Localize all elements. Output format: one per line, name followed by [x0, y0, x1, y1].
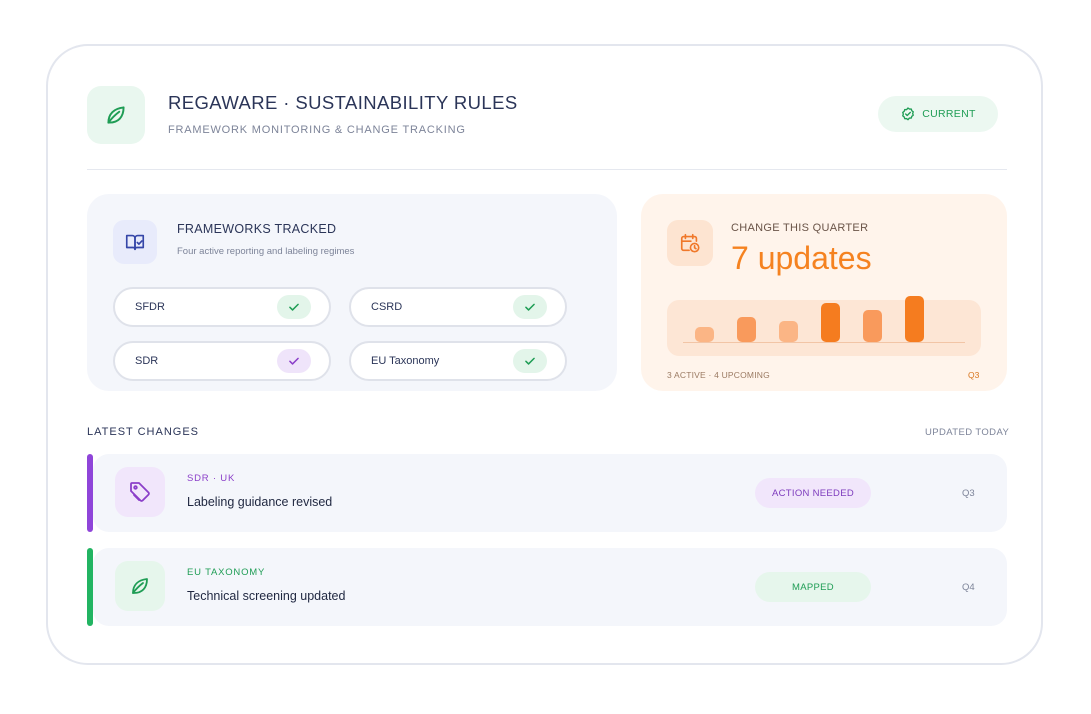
latest-changes-updated: UPDATED TODAY	[925, 427, 1010, 438]
row-quarter: Q4	[962, 582, 975, 593]
sustainability-rules-card: REGAWARE · SUSTAINABILITY RULES FRAMEWOR…	[46, 44, 1043, 665]
action-needed-badge: ACTION NEEDED	[755, 478, 871, 508]
framework-name: SDR	[135, 355, 159, 367]
row-tag: EU TAXONOMY	[187, 567, 266, 578]
frameworks-panel: FRAMEWORKS TRACKED Four active reporting…	[87, 194, 617, 391]
row-quarter: Q3	[962, 488, 975, 499]
change-footer-summary: 3 ACTIVE · 4 UPCOMING	[667, 370, 770, 380]
page-title: REGAWARE · SUSTAINABILITY RULES	[168, 92, 518, 113]
check-circle-icon	[902, 107, 915, 121]
change-footer-quarter: Q3	[968, 370, 980, 380]
row-description: Labeling guidance revised	[187, 495, 333, 509]
update-bar	[737, 317, 756, 342]
mapped-badge: MAPPED	[755, 572, 871, 602]
chart-baseline	[683, 342, 965, 343]
updates-bar-chart	[667, 296, 981, 356]
update-bar	[863, 310, 882, 342]
change-row-eu-taxonomy[interactable]: EU TAXONOMY Technical screening updated …	[87, 548, 1007, 626]
check-icon	[513, 295, 547, 319]
calendar-clock-icon	[667, 220, 713, 266]
check-icon	[277, 349, 311, 373]
check-icon	[277, 295, 311, 319]
framework-item-sdr[interactable]: SDR	[113, 341, 331, 381]
page-subtitle: FRAMEWORK MONITORING & CHANGE TRACKING	[168, 124, 466, 136]
framework-item-sfdr[interactable]: SFDR	[113, 287, 331, 327]
leaf-icon	[87, 86, 145, 144]
change-quarter-panel: CHANGE THIS QUARTER 7 updates 3 ACTIVE ·…	[641, 194, 1007, 391]
update-bar	[695, 327, 714, 342]
header-divider	[87, 169, 1007, 170]
framework-name: CSRD	[371, 301, 403, 313]
change-value: 7 updates	[731, 240, 872, 276]
change-title: CHANGE THIS QUARTER	[731, 222, 869, 234]
framework-name: SFDR	[135, 301, 165, 313]
status-badge: CURRENT	[878, 96, 998, 132]
row-tag: SDR · UK	[187, 473, 236, 484]
status-label: CURRENT	[922, 108, 976, 120]
row-description: Technical screening updated	[187, 589, 346, 603]
latest-changes-title: LATEST CHANGES	[87, 426, 200, 438]
framework-item-eu-taxonomy[interactable]: EU Taxonomy	[349, 341, 567, 381]
check-icon	[513, 349, 547, 373]
frameworks-subtitle: Four active reporting and labeling regim…	[177, 246, 355, 257]
update-bar	[779, 321, 798, 342]
update-bar	[905, 296, 924, 342]
framework-item-csrd[interactable]: CSRD	[349, 287, 567, 327]
leaf-icon	[115, 561, 165, 611]
update-bar	[821, 303, 840, 342]
book-check-icon	[113, 220, 157, 264]
frameworks-title: FRAMEWORKS TRACKED	[177, 222, 337, 236]
framework-name: EU Taxonomy	[371, 355, 440, 367]
change-row-sdr[interactable]: SDR · UK Labeling guidance revised ACTIO…	[87, 454, 1007, 532]
tag-icon	[115, 467, 165, 517]
